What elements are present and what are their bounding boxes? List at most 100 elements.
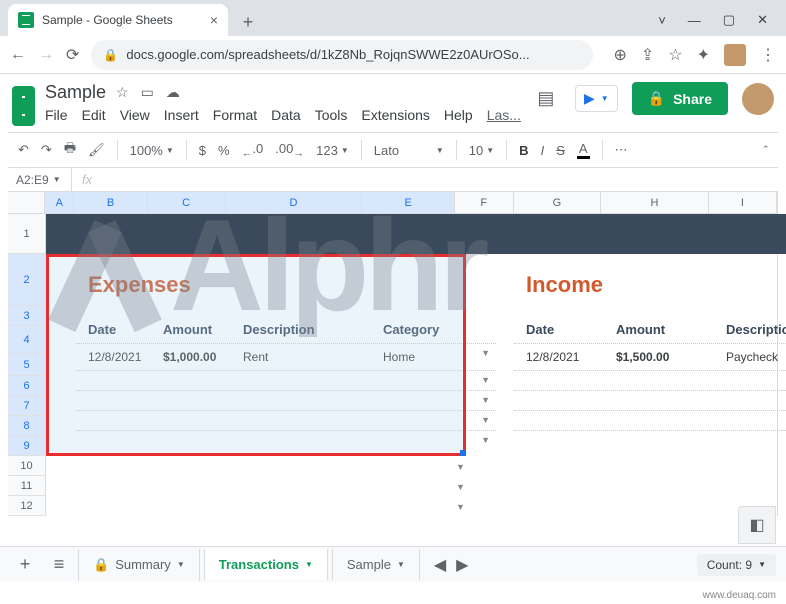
menu-file[interactable]: File — [45, 107, 68, 123]
row-header[interactable]: 2 — [8, 254, 46, 306]
zoom-select[interactable]: 100% ▼ — [130, 143, 174, 158]
redo-button[interactable]: ↷ — [41, 142, 52, 158]
menu-edit[interactable]: Edit — [82, 107, 106, 123]
chevron-down-icon[interactable]: ˅ — [658, 13, 666, 28]
percent-button[interactable]: % — [218, 143, 230, 158]
maximize-button[interactable]: ▢ — [723, 12, 735, 28]
document-title[interactable]: Sample — [45, 82, 106, 103]
move-icon[interactable]: ▭ — [141, 84, 154, 101]
col-header[interactable]: F — [455, 192, 514, 213]
name-box[interactable]: A2:E9 ▼ — [8, 168, 72, 191]
col-header[interactable]: C — [148, 192, 226, 213]
paint-format-button[interactable]: 🖌 — [88, 142, 105, 158]
menu-extensions[interactable]: Extensions — [361, 107, 429, 123]
share-url-icon[interactable]: ⇪ — [641, 45, 654, 65]
row-header[interactable]: 9 — [8, 436, 46, 456]
scroll-left-button[interactable]: ◀ — [434, 555, 446, 575]
cell-area[interactable]: Expenses Date Amount Description Categor… — [46, 214, 777, 516]
font-size-select[interactable]: 10 ▼ — [469, 143, 494, 158]
row-header[interactable]: 12 — [8, 496, 46, 516]
dropdown-icon[interactable]: ▼ — [456, 502, 771, 512]
zoom-icon[interactable]: ⊕ — [613, 45, 626, 65]
bookmark-icon[interactable]: ☆ — [668, 45, 682, 65]
increase-decimal-button[interactable]: .00→ — [275, 141, 304, 160]
col-header[interactable]: A — [45, 192, 74, 213]
url-input[interactable]: 🔒 docs.google.com/spreadsheets/d/1kZ8Nb_… — [91, 40, 593, 70]
spreadsheet-grid[interactable]: A B C D E F G H I 1 2 3 4 5 6 7 8 9 10 1… — [8, 192, 778, 516]
dropdown-icon[interactable]: ▼ — [481, 435, 490, 445]
row-header[interactable]: 11 — [8, 476, 46, 496]
close-window-button[interactable]: ✕ — [757, 12, 768, 28]
menu-view[interactable]: View — [120, 107, 150, 123]
dropdown-icon[interactable]: ▼ — [456, 462, 771, 472]
browser-tab[interactable]: Sample - Google Sheets × — [8, 4, 228, 36]
undo-button[interactable]: ↶ — [18, 142, 29, 158]
more-toolbar-button[interactable]: ⋯ — [615, 142, 628, 158]
col-header[interactable]: E — [362, 192, 455, 213]
last-edit-link[interactable]: Las... — [487, 107, 521, 123]
menu-tools[interactable]: Tools — [315, 107, 348, 123]
col-header[interactable]: G — [514, 192, 602, 213]
chrome-menu-icon[interactable]: ⋮ — [760, 45, 776, 65]
sheet-tab-sample[interactable]: Sample ▼ — [332, 549, 420, 580]
col-header[interactable]: I — [709, 192, 777, 213]
reload-button[interactable]: ⟳ — [66, 45, 79, 65]
income-row[interactable]: 12/8/2021 $1,500.00 Paycheck — [514, 343, 786, 370]
dropdown-icon[interactable]: ▼ — [481, 415, 490, 425]
cloud-icon[interactable]: ☁ — [166, 84, 180, 101]
sheet-tab-transactions[interactable]: Transactions ▼ — [204, 549, 328, 580]
row-header[interactable]: 1 — [8, 214, 46, 254]
dropdown-icon[interactable]: ▼ — [456, 482, 771, 492]
row-header[interactable]: 5 — [8, 354, 46, 376]
bold-button[interactable]: B — [519, 143, 528, 158]
selection-count[interactable]: Count: 9 ▼ — [697, 554, 776, 576]
dropdown-icon[interactable]: ▼ — [481, 375, 490, 385]
row-header[interactable]: 3 — [8, 306, 46, 326]
add-sheet-button[interactable]: + — [10, 550, 40, 580]
currency-button[interactable]: $ — [199, 143, 206, 158]
forward-button[interactable]: → — [38, 46, 54, 64]
menu-help[interactable]: Help — [444, 107, 473, 123]
dropdown-icon[interactable]: ▼ — [481, 395, 490, 405]
selection-handle[interactable] — [460, 450, 466, 456]
more-formats-button[interactable]: 123▼ — [316, 143, 349, 158]
address-bar: ← → ⟳ 🔒 docs.google.com/spreadsheets/d/1… — [0, 36, 786, 74]
font-select[interactable]: Lato ▼ — [374, 143, 444, 158]
back-button[interactable]: ← — [10, 46, 26, 64]
decrease-decimal-button[interactable]: ←.0 — [242, 141, 264, 160]
star-icon[interactable]: ☆ — [116, 84, 129, 101]
account-avatar[interactable] — [742, 83, 774, 115]
scroll-right-button[interactable]: ▶ — [456, 555, 468, 575]
new-tab-button[interactable]: + — [234, 8, 262, 36]
sheet-tab-summary[interactable]: 🔒 Summary ▼ — [78, 549, 200, 581]
strikethrough-button[interactable]: S — [556, 143, 565, 158]
row-header[interactable]: 8 — [8, 416, 46, 436]
print-button[interactable]: 🖶 — [64, 139, 76, 161]
comments-button[interactable]: ▤ — [531, 84, 561, 114]
minimize-button[interactable]: — — [688, 13, 701, 28]
tab-close-icon[interactable]: × — [210, 12, 218, 28]
menu-data[interactable]: Data — [271, 107, 301, 123]
row-header[interactable]: 4 — [8, 326, 46, 354]
all-sheets-button[interactable]: ≡ — [44, 550, 74, 580]
expense-row[interactable]: 12/8/2021 $1,000.00 Rent Home ▼ — [76, 343, 496, 370]
sheets-logo-icon[interactable] — [12, 86, 35, 126]
row-header[interactable]: 6 — [8, 376, 46, 396]
italic-button[interactable]: I — [541, 143, 545, 158]
present-button[interactable]: ▶ ▼ — [575, 85, 618, 112]
col-header[interactable]: H — [601, 192, 708, 213]
share-button[interactable]: 🔒 Share — [632, 82, 728, 115]
profile-avatar[interactable] — [724, 44, 746, 66]
col-header[interactable]: B — [74, 192, 147, 213]
row-header[interactable]: 7 — [8, 396, 46, 416]
menu-format[interactable]: Format — [213, 107, 257, 123]
explore-button[interactable]: ◧ — [738, 506, 776, 544]
select-all-corner[interactable] — [8, 192, 45, 213]
row-header[interactable]: 10 — [8, 456, 46, 476]
menu-insert[interactable]: Insert — [164, 107, 199, 123]
text-color-button[interactable]: A — [577, 141, 590, 159]
dropdown-icon[interactable]: ▼ — [481, 348, 490, 358]
col-header[interactable]: D — [226, 192, 363, 213]
extensions-icon[interactable]: ✦ — [697, 45, 710, 65]
collapse-toolbar-button[interactable]: ˆ — [764, 143, 768, 158]
